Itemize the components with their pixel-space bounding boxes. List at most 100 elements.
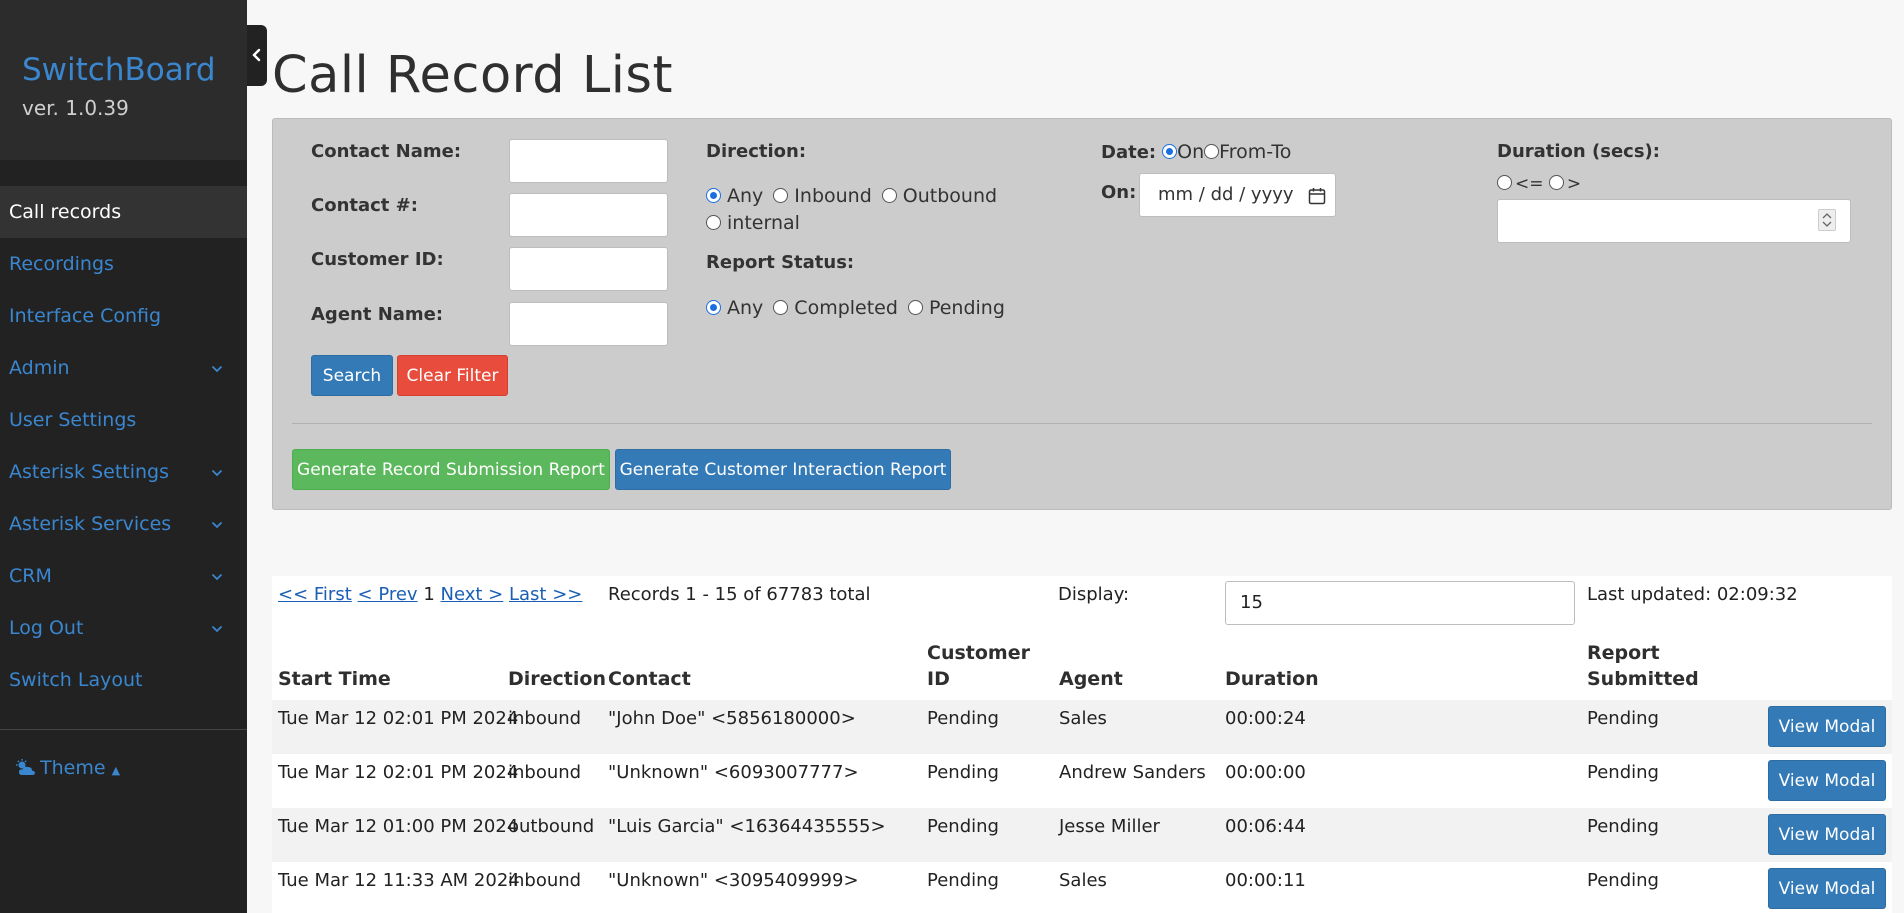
chevron-down-icon	[211, 602, 223, 654]
display-label: Display:	[1058, 584, 1130, 605]
col-direction[interactable]: Direction	[508, 666, 606, 692]
clear-filter-button[interactable]: Clear Filter	[397, 355, 508, 396]
col-customer-id[interactable]: Customer ID	[927, 640, 1030, 692]
sidebar-item-recordings[interactable]: Recordings	[0, 238, 247, 290]
cell-report: Pending	[1587, 870, 1659, 891]
cell-direction: outbound	[508, 816, 595, 837]
table-row: Tue Mar 12 02:01 PM 2024 inbound "John Doe…	[272, 700, 1892, 754]
contact-number-input[interactable]	[509, 193, 668, 237]
date-input[interactable]: mm / dd / yyyy	[1139, 173, 1336, 217]
sidebar-item-switch-layout[interactable]: Switch Layout	[0, 654, 247, 706]
next-page-link[interactable]: Next >	[441, 584, 504, 605]
search-button[interactable]: Search	[311, 355, 393, 396]
cell-agent: Jesse Miller	[1059, 816, 1160, 837]
agent-name-input[interactable]	[509, 302, 668, 346]
col-agent[interactable]: Agent	[1059, 666, 1123, 692]
view-modal-button[interactable]: View Modal	[1768, 760, 1886, 801]
cell-customer-id: Pending	[927, 816, 999, 837]
cell-agent: Sales	[1059, 708, 1107, 729]
sidebar-item-label: Asterisk Services	[9, 513, 172, 535]
col-report-submitted[interactable]: Report Submitted	[1587, 640, 1699, 692]
chevron-down-icon	[211, 446, 223, 498]
customer-id-label: Customer ID:	[311, 249, 444, 270]
contact-number-label: Contact #:	[311, 195, 418, 216]
sidebar-item-label: Recordings	[9, 253, 114, 275]
report-status-radio-group: Any Completed Pending	[706, 297, 1015, 319]
cell-report: Pending	[1587, 816, 1659, 837]
direction-internal-option[interactable]: internal	[706, 212, 800, 234]
cell-customer-id: Pending	[927, 708, 999, 729]
cell-duration: 00:00:00	[1225, 762, 1306, 783]
display-count-input[interactable]: 15	[1225, 581, 1575, 625]
cell-direction: inbound	[508, 762, 582, 783]
direction-inbound-option[interactable]: Inbound	[773, 185, 872, 207]
sidebar-item-crm[interactable]: CRM	[0, 550, 247, 602]
cell-contact: "Unknown" <6093007777>	[608, 762, 859, 783]
calendar-icon[interactable]	[1308, 187, 1326, 205]
radio-icon	[1548, 175, 1564, 190]
direction-any-option[interactable]: Any	[706, 185, 763, 207]
cell-duration: 00:00:11	[1225, 870, 1306, 891]
col-contact[interactable]: Contact	[608, 666, 691, 692]
cell-agent: Andrew Sanders	[1059, 762, 1206, 783]
cell-report: Pending	[1587, 762, 1659, 783]
customer-id-input[interactable]	[509, 247, 668, 291]
theme-toggle[interactable]: Theme ▲	[16, 757, 120, 779]
sidebar-collapse-button[interactable]	[247, 25, 267, 86]
brand-title[interactable]: SwitchBoard	[22, 52, 216, 88]
sidebar-item-label: User Settings	[9, 409, 137, 431]
sidebar-item-label: Admin	[9, 357, 70, 379]
duration-input[interactable]	[1497, 199, 1851, 243]
sidebar-item-asterisk-services[interactable]: Asterisk Services	[0, 498, 247, 550]
sidebar-item-call-records[interactable]: Call records	[0, 186, 247, 238]
radio-icon	[1497, 175, 1512, 190]
radio-icon	[1162, 144, 1178, 159]
page-title: Call Record List	[272, 46, 673, 105]
generate-interaction-report-button[interactable]: Generate Customer Interaction Report	[615, 449, 951, 490]
sidebar-item-user-settings[interactable]: User Settings	[0, 394, 247, 446]
sidebar-item-label: Switch Layout	[9, 669, 143, 691]
sidebar-item-label: Interface Config	[9, 305, 162, 327]
number-spinner[interactable]	[1818, 209, 1836, 231]
report-status-any-option[interactable]: Any	[706, 297, 763, 319]
table-row: Tue Mar 12 11:33 AM 2024 inbound "Unknown"…	[272, 862, 1892, 913]
prev-page-link[interactable]: < Prev	[358, 584, 418, 605]
sidebar-item-interface-config[interactable]: Interface Config	[0, 290, 247, 342]
radio-icon	[881, 188, 897, 203]
view-modal-button[interactable]: View Modal	[1768, 868, 1886, 909]
direction-internal-row: internal	[706, 212, 810, 234]
date-mode-on-option[interactable]: On	[1162, 141, 1204, 163]
table-row: Tue Mar 12 02:01 PM 2024 inbound "Unknown"…	[272, 754, 1892, 808]
date-mode-range-option[interactable]: From-To	[1204, 141, 1291, 163]
chevron-down-icon	[211, 550, 223, 602]
radio-icon	[706, 300, 721, 315]
cloud-sun-icon	[16, 757, 40, 779]
contact-name-input[interactable]	[509, 139, 668, 183]
sidebar-item-log-out[interactable]: Log Out	[0, 602, 247, 654]
cell-start: Tue Mar 12 02:01 PM 2024	[278, 762, 519, 783]
sidebar-item-label: CRM	[9, 565, 52, 587]
generate-submission-report-button[interactable]: Generate Record Submission Report	[292, 449, 610, 490]
first-page-link[interactable]: << First	[278, 584, 352, 605]
col-start-time[interactable]: Start Time	[278, 666, 391, 692]
col-duration[interactable]: Duration	[1225, 666, 1319, 692]
cell-report: Pending	[1587, 708, 1659, 729]
date-on-label: On:	[1101, 182, 1137, 203]
direction-outbound-option[interactable]: Outbound	[881, 185, 997, 207]
cell-start: Tue Mar 12 02:01 PM 2024	[278, 708, 519, 729]
duration-lte-option[interactable]: <=	[1497, 174, 1544, 194]
chevron-down-icon	[211, 498, 223, 550]
view-modal-button[interactable]: View Modal	[1768, 814, 1886, 855]
date-label: Date:	[1101, 142, 1157, 163]
report-status-completed-option[interactable]: Completed	[773, 297, 898, 319]
version-label: ver. 1.0.39	[22, 96, 129, 120]
date-placeholder: mm / dd / yyyy	[1158, 184, 1294, 205]
radio-icon	[706, 188, 721, 203]
last-page-link[interactable]: Last >>	[509, 584, 582, 605]
duration-gt-option[interactable]: >	[1548, 174, 1581, 194]
view-modal-button[interactable]: View Modal	[1768, 706, 1886, 747]
cell-start: Tue Mar 12 01:00 PM 2024	[278, 816, 519, 837]
report-status-pending-option[interactable]: Pending	[907, 297, 1005, 319]
sidebar-item-asterisk-settings[interactable]: Asterisk Settings	[0, 446, 247, 498]
sidebar-item-admin[interactable]: Admin	[0, 342, 247, 394]
